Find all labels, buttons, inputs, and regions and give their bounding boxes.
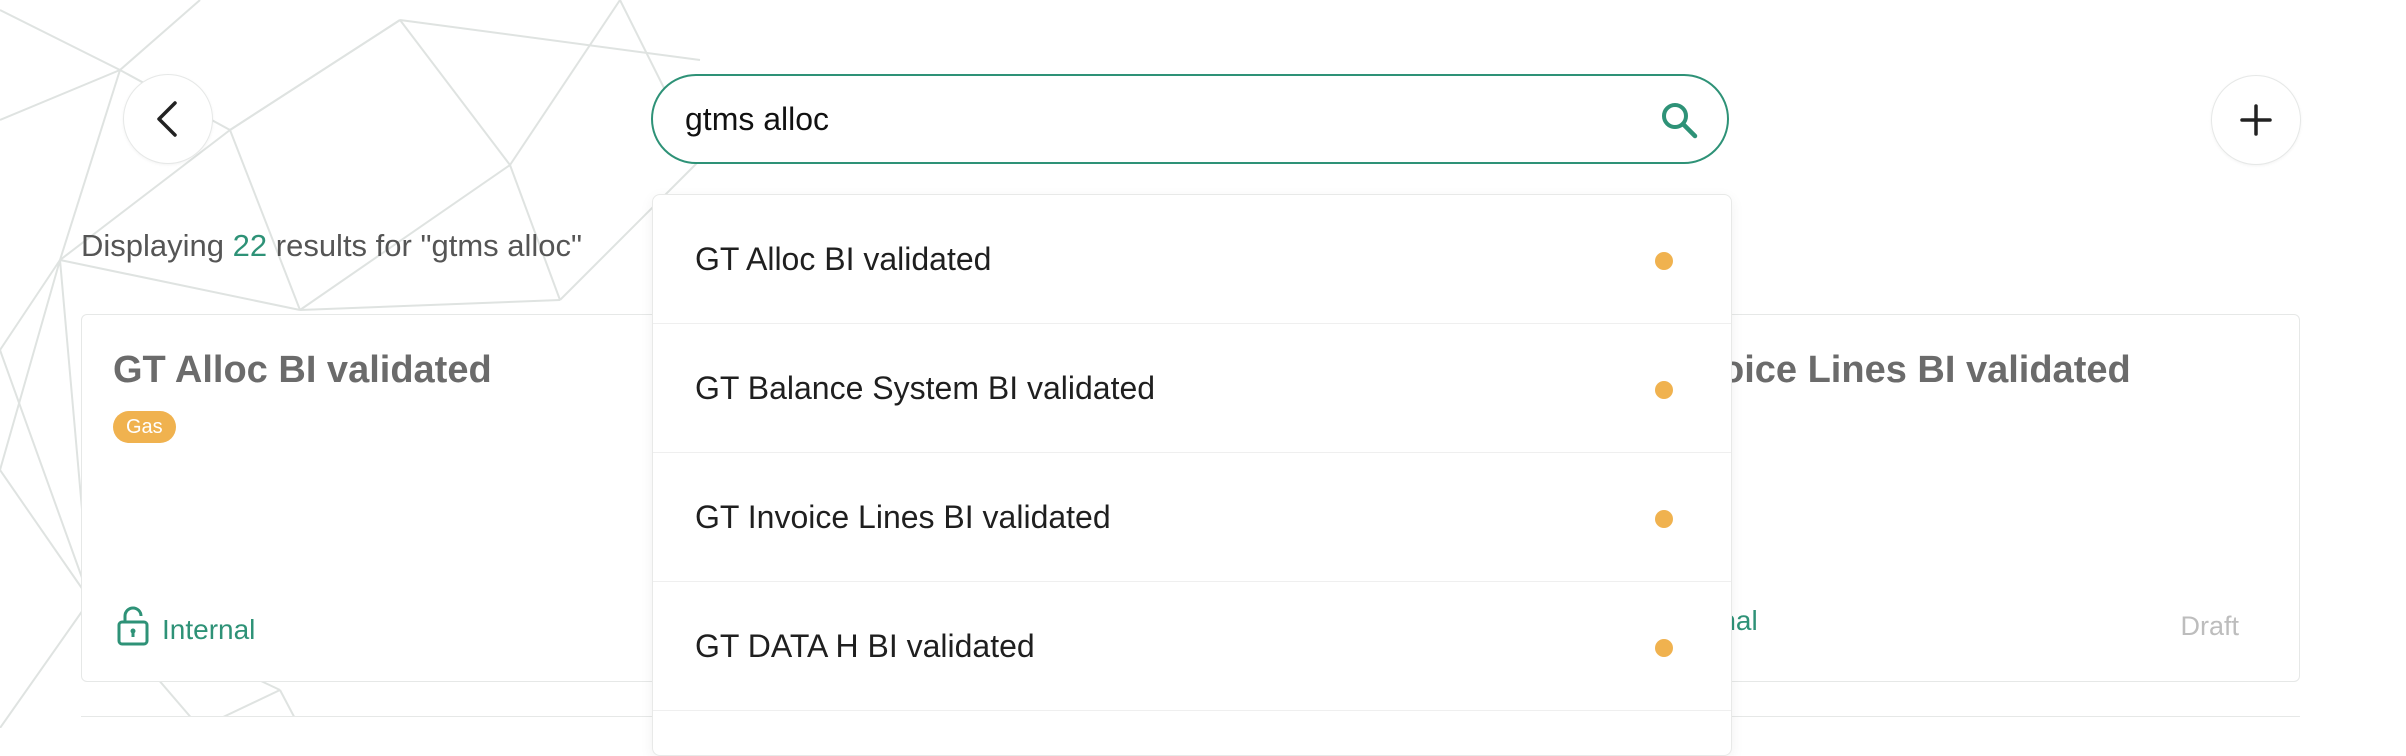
suggestion-item[interactable]: GT Balance System BI validated bbox=[653, 324, 1731, 453]
results-count: 22 bbox=[232, 228, 268, 263]
category-tag: Gas bbox=[113, 411, 176, 443]
search-bar bbox=[651, 74, 1729, 164]
unlock-icon bbox=[116, 605, 150, 654]
results-prefix: Displaying bbox=[81, 228, 225, 263]
suggestion-label: GT Alloc BI validated bbox=[695, 240, 992, 277]
status-dot bbox=[1655, 510, 1673, 528]
results-summary: Displaying 22 results for "gtms alloc" bbox=[81, 228, 582, 264]
access-level: Internal bbox=[116, 605, 255, 654]
add-button[interactable] bbox=[2211, 75, 2301, 165]
suggestion-label: GT DATA H BI validated bbox=[695, 627, 1035, 664]
card-title: oice Lines BI validated bbox=[1721, 349, 2131, 391]
access-label: Internal bbox=[162, 613, 256, 645]
suggestion-item[interactable]: GT Invoice Lines BI validated bbox=[653, 453, 1731, 582]
back-button[interactable] bbox=[123, 74, 213, 164]
suggestion-item[interactable]: GT Alloc BI validated bbox=[653, 195, 1731, 324]
card-title: GT Alloc BI validated bbox=[113, 349, 492, 391]
results-suffix: results for "gtms alloc" bbox=[275, 228, 583, 263]
search-input[interactable] bbox=[685, 76, 1645, 162]
status-label: Draft bbox=[2180, 611, 2239, 641]
search-suggestions-dropdown: GT Alloc BI validated GT Balance System … bbox=[652, 194, 1732, 756]
suggestion-label: GT Balance System BI validated bbox=[695, 369, 1156, 406]
status-dot bbox=[1655, 381, 1673, 399]
chevron-left-icon bbox=[151, 99, 185, 139]
status-dot bbox=[1655, 252, 1673, 270]
search-icon[interactable] bbox=[1659, 100, 1699, 145]
suggestion-item[interactable]: GT DATA H BI validated bbox=[653, 582, 1731, 711]
status-dot bbox=[1655, 639, 1673, 657]
suggestion-label: GT Invoice Lines BI validated bbox=[695, 498, 1111, 535]
plus-icon bbox=[2238, 102, 2274, 138]
